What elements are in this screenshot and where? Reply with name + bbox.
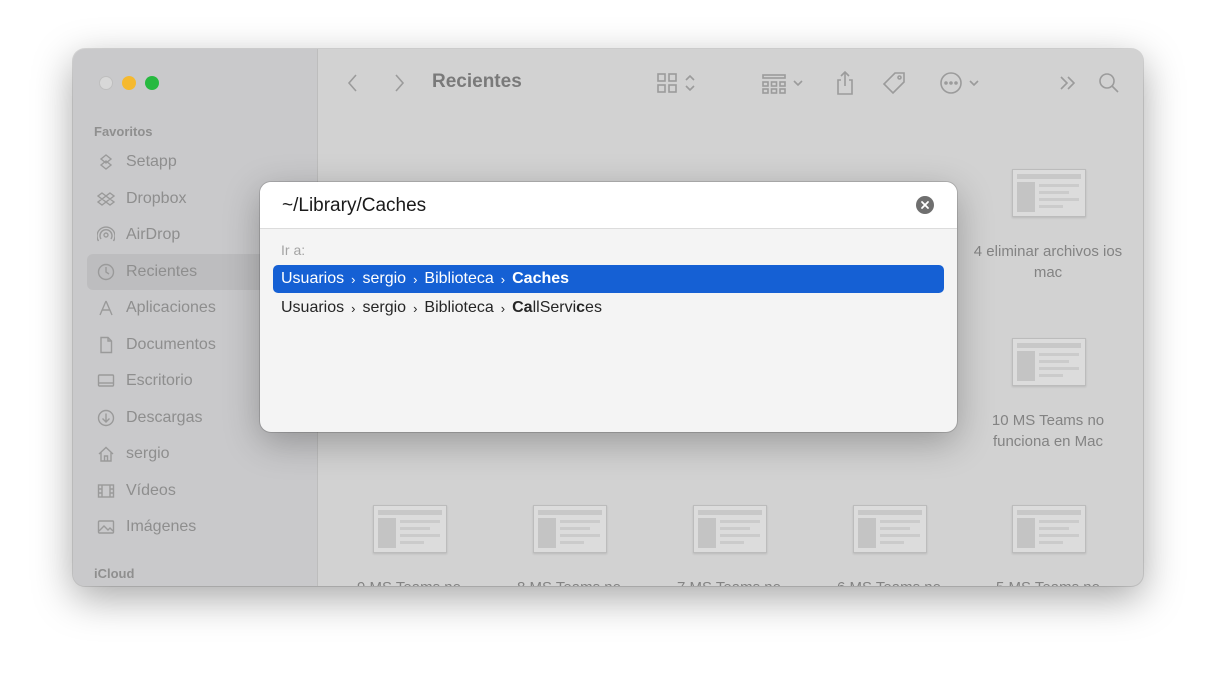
group-icon: [762, 74, 786, 94]
download-icon: [96, 409, 116, 427]
traffic-lights: [99, 76, 159, 90]
toolbar-overflow-button[interactable]: [1056, 70, 1080, 96]
sidebar-item-imagenes[interactable]: Imágenes: [87, 509, 307, 546]
go-to-folder-dialog: Ir a: Usuarios›sergio›Biblioteca›CachesU…: [260, 182, 957, 432]
sidebar-header-icloud: iCloud: [94, 566, 135, 581]
breadcrumb-segment: sergio: [362, 270, 407, 287]
breadcrumb-last-segment: CallServices: [512, 299, 602, 317]
photo-icon: [96, 518, 116, 536]
chevron-right-icon: ›: [351, 271, 356, 287]
clear-button[interactable]: [916, 196, 934, 214]
file-thumbnail: [693, 505, 767, 553]
match-text: llServi: [532, 299, 577, 316]
chevron-down-icon: [793, 80, 803, 87]
path-suggestion[interactable]: Usuarios › sergio › Biblioteca › Caches: [273, 265, 944, 293]
clock-icon: [96, 263, 116, 281]
airdrop-icon: [96, 226, 116, 244]
share-icon: [837, 70, 853, 95]
sidebar-item-label: Recientes: [126, 262, 198, 280]
clear-icon: [921, 201, 929, 209]
more-actions-button[interactable]: [936, 70, 984, 96]
up-down-chevron-icon: [684, 74, 695, 92]
breadcrumb-segment: Biblioteca: [424, 270, 494, 287]
file-label: 5 MS Teams no: [973, 577, 1123, 586]
sidebar-item-label: Dropbox: [126, 189, 187, 207]
sidebar-item-label: AirDrop: [126, 226, 181, 244]
file-label: 10 MS Teams no funciona en Mac: [991, 412, 1105, 450]
path-suggestion[interactable]: Usuarios › sergio › Biblioteca › CallServices: [273, 294, 944, 322]
file-thumbnail: [373, 505, 447, 553]
chevron-right-icon: ›: [500, 300, 506, 316]
breadcrumb-last-segment: Caches: [512, 270, 569, 288]
double-chevron-icon: [1060, 76, 1076, 90]
applications-icon: [96, 299, 116, 317]
sidebar-item-label: Imágenes: [126, 518, 197, 536]
file-label: 4 eliminar archivos ios mac: [973, 243, 1123, 281]
breadcrumb-segment: Usuarios: [281, 270, 345, 287]
breadcrumb-segment: Biblioteca: [424, 299, 494, 316]
chevron-right-icon: ›: [413, 300, 418, 316]
match-text: es: [585, 299, 602, 316]
window-title: Recientes: [432, 71, 522, 92]
goto-label: Ir a:: [281, 242, 306, 258]
group-button[interactable]: [758, 70, 808, 96]
search-button[interactable]: [1096, 70, 1122, 96]
desktop-icon: [96, 372, 116, 390]
sidebar-item-label: sergio: [126, 445, 170, 463]
sidebar-item-label: Descargas: [126, 408, 203, 426]
setapp-icon: [96, 153, 116, 171]
sidebar-item-videos[interactable]: Vídeos: [87, 473, 307, 510]
breadcrumb-segment: sergio: [362, 299, 407, 316]
toolbar: Recientes: [318, 49, 1143, 117]
film-icon: [96, 482, 116, 500]
match-highlight: Caches: [512, 270, 570, 287]
minimize-window-button[interactable]: [122, 76, 136, 90]
sidebar-item-label: Setapp: [126, 153, 177, 171]
share-button[interactable]: [832, 70, 858, 96]
file-thumbnail: [1012, 169, 1086, 217]
chevron-right-icon: ›: [351, 300, 356, 316]
file-label: 8 MS Teams no: [494, 577, 644, 586]
sidebar-item-label: Escritorio: [126, 372, 193, 390]
file-thumbnail: [1012, 338, 1086, 386]
sidebar-item-label: Vídeos: [126, 481, 176, 499]
chevron-down-icon: [969, 80, 979, 87]
tag-icon: [882, 72, 905, 95]
dropbox-icon: [96, 190, 116, 208]
ellipsis-icon: [940, 72, 962, 94]
path-input[interactable]: [280, 191, 884, 221]
file-thumbnail: [533, 505, 607, 553]
tag-button[interactable]: [880, 70, 908, 96]
maximize-window-button[interactable]: [145, 76, 159, 90]
forward-button[interactable]: [388, 70, 410, 96]
view-mode-button[interactable]: [652, 70, 700, 96]
file-label: 7 MS Teams no: [654, 577, 804, 586]
close-window-button[interactable]: [99, 76, 113, 90]
file-label: 9 MS Teams no: [334, 577, 484, 586]
breadcrumb-segment: Usuarios: [281, 299, 345, 316]
document-icon: [96, 336, 116, 354]
sidebar-item-setapp[interactable]: Setapp: [87, 144, 307, 181]
sidebar-header-favorites: Favoritos: [94, 124, 153, 139]
chevron-right-icon: ›: [500, 271, 506, 287]
file-label: 6 MS Teams no: [814, 577, 964, 586]
file-thumbnail: [853, 505, 927, 553]
sidebar-item-label: Aplicaciones: [126, 299, 216, 317]
grid-view-icon: [656, 73, 677, 93]
match-highlight: c: [576, 299, 586, 316]
match-highlight: Ca: [512, 299, 533, 316]
file-thumbnail: [1012, 505, 1086, 553]
chevron-right-icon: [395, 74, 405, 92]
chevron-left-icon: [347, 74, 357, 92]
chevron-right-icon: ›: [413, 271, 418, 287]
search-icon: [1099, 73, 1119, 93]
back-button[interactable]: [342, 70, 364, 96]
home-icon: [96, 445, 116, 463]
sidebar-item-label: Documentos: [126, 335, 216, 353]
sidebar-item-sergio[interactable]: sergio: [87, 436, 307, 473]
path-field-container: [260, 182, 957, 229]
